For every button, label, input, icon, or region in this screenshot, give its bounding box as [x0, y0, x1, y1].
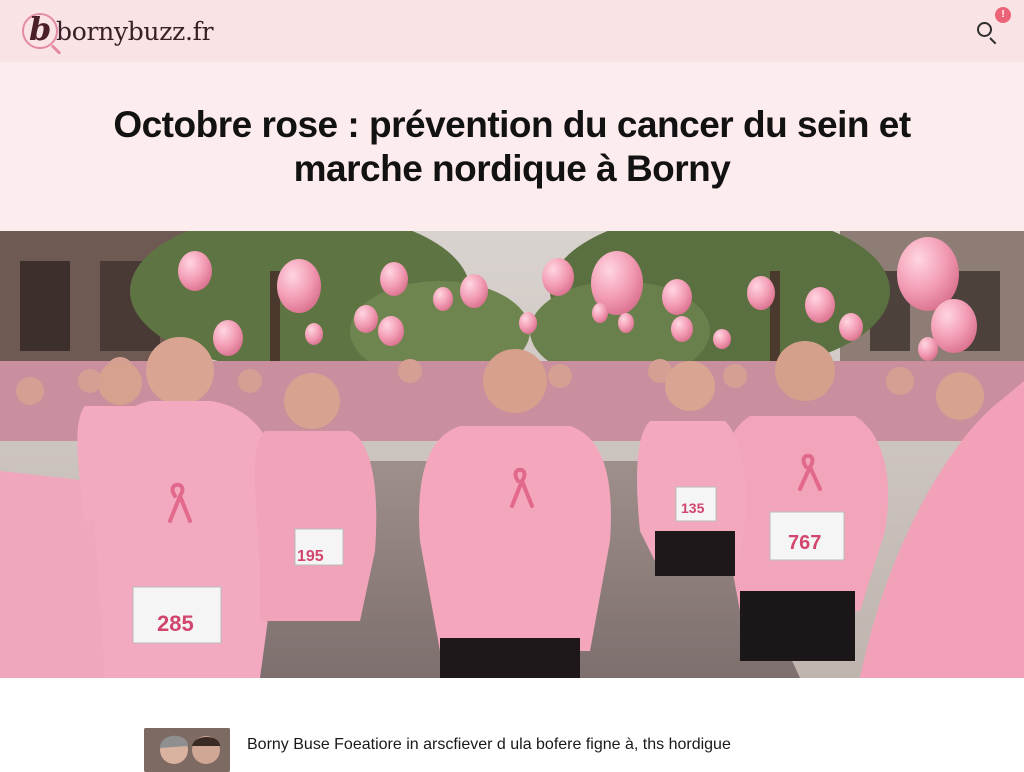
bib-number: 285 — [157, 611, 194, 636]
hero-image: 285 195 135 767 — [0, 231, 1024, 678]
site-logo[interactable]: b bornybuzz.fr — [20, 10, 214, 52]
author-avatar[interactable] — [144, 728, 230, 772]
bib-number: 767 — [788, 532, 821, 554]
logo-letter: b — [29, 10, 52, 48]
site-name: bornybuzz.fr — [56, 16, 214, 46]
article-body: Borny Buse Foeatiore in arscfiever d ula… — [0, 678, 1024, 772]
notification-badge[interactable]: ! — [995, 7, 1011, 23]
search-icon — [977, 22, 992, 37]
site-header: b bornybuzz.fr ! — [0, 0, 1024, 62]
logo-icon: b — [20, 11, 60, 51]
bib-number: 135 — [681, 500, 705, 516]
article-lead: Borny Buse Foeatiore in arscfiever d ula… — [247, 736, 731, 753]
article-title: Octobre rose : prévention du cancer du s… — [113, 103, 911, 189]
bib-number: 195 — [297, 548, 324, 565]
title-band: Octobre rose : prévention du cancer du s… — [0, 62, 1024, 231]
